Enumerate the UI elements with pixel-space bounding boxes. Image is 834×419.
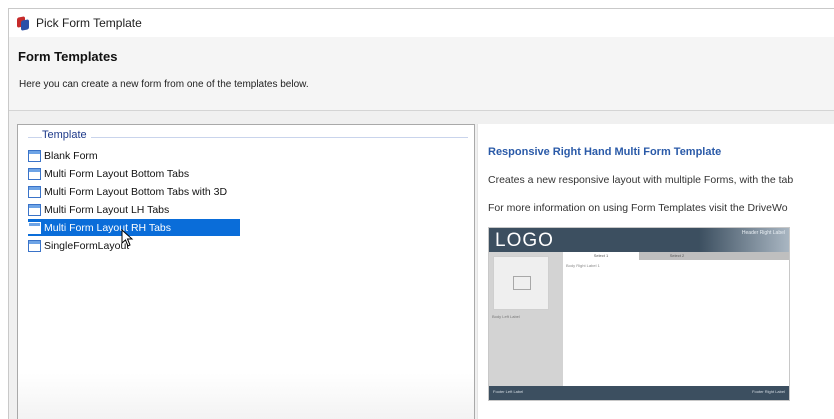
template-item-label: Multi Form Layout Bottom Tabs with 3D: [44, 185, 228, 198]
tree-bottom-fade: [18, 373, 474, 419]
thumbnail-footer-left: Footer Left Label: [493, 389, 524, 394]
template-item-bottom-tabs-3d[interactable]: Multi Form Layout Bottom Tabs with 3D: [28, 183, 231, 200]
form-icon: [28, 149, 41, 162]
template-item-lh-tabs[interactable]: Multi Form Layout LH Tabs: [28, 201, 173, 218]
template-tree[interactable]: Template Blank Form Multi Form Layout Bo…: [17, 124, 475, 419]
dialog-body: Template Blank Form Multi Form Layout Bo…: [9, 111, 834, 419]
form-icon: [28, 167, 41, 180]
header-title: Form Templates: [18, 49, 118, 64]
template-group-header: Template: [28, 129, 468, 143]
group-divider: [28, 137, 468, 138]
template-item-blank-form[interactable]: Blank Form: [28, 147, 102, 164]
window-title: Pick Form Template: [36, 16, 142, 30]
form-icon: [28, 239, 41, 252]
thumbnail-header-bar: LOGO Header Right Label: [489, 228, 789, 252]
preview-more-info: For more information on using Form Templ…: [488, 202, 788, 214]
template-item-label: Blank Form: [44, 149, 98, 162]
header-subtitle: Here you can create a new form from one …: [19, 79, 309, 90]
thumbnail-header-right-label: Header Right Label: [741, 230, 785, 236]
form-icon: [28, 185, 41, 198]
thumbnail-logo: LOGO: [495, 230, 554, 251]
title-bar: Pick Form Template: [9, 9, 834, 37]
template-item-label: Multi Form Layout LH Tabs: [44, 203, 170, 216]
app-form-icon: [17, 16, 29, 31]
template-item-single-form[interactable]: SingleFormLayout: [28, 237, 133, 254]
dialog-header: Form Templates Here you can create a new…: [9, 37, 834, 111]
thumbnail-body-label: Body Right Label 1: [566, 263, 600, 268]
preview-description: Creates a new responsive layout with mul…: [488, 174, 794, 186]
thumbnail-left-column: Body Left Label: [489, 252, 563, 388]
form-icon: [28, 221, 41, 234]
template-thumbnail: LOGO Header Right Label Body Left Label …: [488, 227, 790, 401]
preview-title: Responsive Right Hand Multi Form Templat…: [488, 146, 722, 158]
thumbnail-tab-strip: Select 1 Select 2: [563, 252, 789, 260]
thumbnail-footer-right: Footer Right Label: [752, 389, 785, 394]
thumbnail-footer-bar: Footer Left Label Footer Right Label: [489, 386, 789, 400]
image-icon: [513, 276, 531, 290]
thumbnail-tab-1: Select 1: [563, 252, 639, 260]
template-item-label: Multi Form Layout RH Tabs: [44, 221, 172, 234]
template-item-bottom-tabs[interactable]: Multi Form Layout Bottom Tabs: [28, 165, 193, 182]
template-item-label: SingleFormLayout: [44, 239, 130, 252]
pick-form-template-window: Pick Form Template Form Templates Here y…: [8, 8, 834, 419]
thumbnail-left-label: Body Left Label: [492, 314, 520, 319]
mouse-cursor-icon: [121, 229, 134, 247]
form-icon: [28, 203, 41, 216]
thumbnail-image-placeholder: [493, 256, 549, 310]
thumbnail-tab-2: Select 2: [669, 253, 685, 258]
template-group-label: Template: [42, 129, 91, 141]
thumbnail-main-area: Select 1 Select 2 Body Right Label 1: [563, 252, 789, 388]
template-item-label: Multi Form Layout Bottom Tabs: [44, 167, 190, 180]
template-preview-panel: Responsive Right Hand Multi Form Templat…: [477, 124, 834, 419]
